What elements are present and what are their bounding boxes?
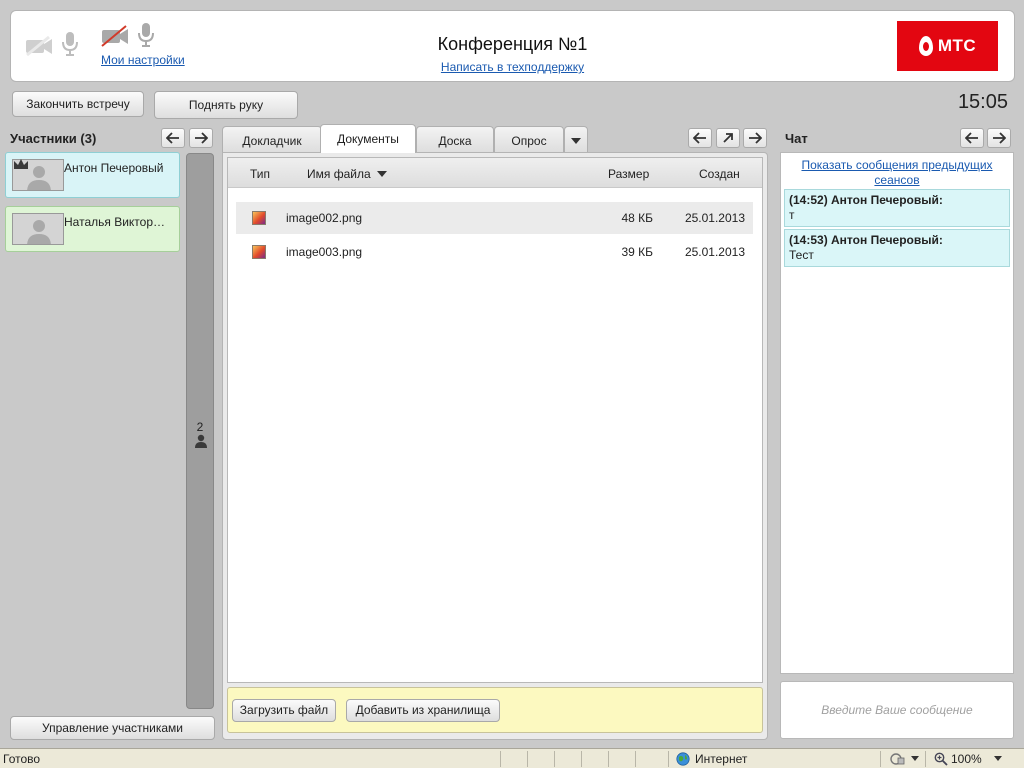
mts-logo: МТС — [897, 21, 998, 71]
status-divider — [500, 751, 501, 767]
file-name: image002.png — [286, 211, 363, 225]
internet-globe-icon — [676, 752, 690, 766]
status-divider — [668, 751, 669, 767]
crown-icon — [13, 158, 29, 173]
participants-count: 2 — [196, 420, 204, 434]
chat-messages-area: Показать сообщения предыдущих сеансов (1… — [780, 152, 1014, 674]
participants-collapse-left-button[interactable] — [161, 128, 185, 148]
tab-documents[interactable]: Документы — [320, 124, 416, 153]
raise-hand-button[interactable]: Поднять руку — [154, 91, 298, 119]
chat-collapse-left-button[interactable] — [960, 128, 984, 148]
status-divider — [608, 751, 609, 767]
tab-poll[interactable]: Опрос — [494, 126, 564, 154]
documents-collapse-left-button[interactable] — [688, 128, 712, 148]
arrow-left-icon — [166, 132, 179, 144]
support-link[interactable]: Написать в техподдержку — [441, 60, 584, 74]
status-divider — [527, 751, 528, 767]
column-filename-label: Имя файла — [307, 167, 371, 181]
column-created[interactable]: Создан — [699, 167, 740, 181]
chevron-down-icon[interactable] — [994, 756, 1002, 762]
arrow-left-icon — [693, 132, 706, 144]
chat-message-text: Тест — [789, 248, 814, 262]
sort-desc-icon — [376, 171, 387, 178]
documents-footer: Загрузить файл Добавить из хранилища — [227, 687, 763, 733]
add-from-storage-button[interactable]: Добавить из хранилища — [346, 699, 500, 722]
participants-title: Участники (3) — [10, 131, 97, 146]
arrow-right-icon — [993, 132, 1006, 144]
participant-card[interactable]: Антон Печеровый — [5, 152, 180, 198]
status-divider — [554, 751, 555, 767]
chat-message-input[interactable] — [781, 682, 1013, 738]
documents-popout-button[interactable] — [716, 128, 740, 148]
documents-expand-right-button[interactable] — [743, 128, 767, 148]
column-size[interactable]: Размер — [608, 167, 649, 181]
status-divider — [581, 751, 582, 767]
mts-egg-icon — [918, 36, 933, 56]
chat-title: Чат — [785, 131, 808, 146]
manage-participants-button[interactable]: Управление участниками — [10, 716, 215, 740]
column-type[interactable]: Тип — [250, 167, 270, 181]
zoom-level[interactable]: 100% — [951, 752, 982, 766]
chat-message-header: (14:53) Антон Печеровый: — [789, 233, 943, 247]
chevron-down-icon — [571, 137, 581, 144]
arrow-right-icon — [749, 132, 762, 144]
participant-name: Наталья Виктор… — [64, 215, 165, 229]
chat-message: (14:53) Антон Печеровый: Тест — [784, 229, 1010, 267]
status-divider — [880, 751, 881, 767]
documents-table: Тип Имя файла Размер Создан image002.png… — [227, 157, 763, 683]
arrow-up-right-icon — [723, 133, 733, 143]
person-icon — [195, 434, 207, 448]
header-bar: Мои настройки Конференция №1 Написать в … — [10, 10, 1015, 82]
file-size: 48 КБ — [621, 211, 653, 225]
status-divider — [635, 751, 636, 767]
participant-name: Антон Печеровый — [64, 161, 164, 175]
zoom-icon[interactable] — [934, 752, 948, 766]
image-file-icon — [252, 245, 266, 259]
participants-side-strip[interactable]: 2 — [186, 153, 214, 709]
person-silhouette-icon — [13, 214, 63, 244]
file-created: 25.01.2013 — [684, 211, 745, 225]
show-previous-messages-link[interactable]: Показать сообщения предыдущих сеансов — [781, 158, 1013, 188]
file-row[interactable]: image002.png 48 КБ 25.01.2013 — [236, 202, 753, 234]
upload-file-button[interactable]: Загрузить файл — [232, 699, 336, 722]
chevron-down-icon[interactable] — [911, 756, 919, 762]
internet-zone-label: Интернет — [695, 752, 748, 766]
avatar — [12, 213, 64, 245]
file-name: image003.png — [286, 245, 363, 259]
chat-expand-right-button[interactable] — [987, 128, 1011, 148]
protected-mode-icon[interactable] — [890, 752, 906, 766]
tab-speaker[interactable]: Докладчик — [222, 126, 322, 154]
conference-title: Конференция №1 — [437, 34, 588, 54]
status-divider — [925, 751, 926, 767]
arrow-right-icon — [195, 132, 208, 144]
participant-card[interactable]: Наталья Виктор… — [5, 206, 180, 252]
clock: 15:05 — [957, 91, 1008, 113]
column-filename[interactable]: Имя файла — [307, 167, 387, 181]
participants-expand-right-button[interactable] — [189, 128, 213, 148]
tabs-more-dropdown[interactable] — [564, 126, 588, 154]
end-meeting-button[interactable]: Закончить встречу — [12, 91, 144, 117]
chat-input-box — [780, 681, 1014, 739]
arrow-left-icon — [965, 132, 978, 144]
chat-message: (14:52) Антон Печеровый: т — [784, 189, 1010, 227]
file-created: 25.01.2013 — [684, 245, 745, 259]
tab-whiteboard[interactable]: Доска — [416, 126, 494, 154]
browser-status-bar: Готово Интернет 100% — [0, 748, 1024, 768]
file-size: 39 КБ — [621, 245, 653, 259]
chat-message-header: (14:52) Антон Печеровый: — [789, 193, 943, 207]
file-row[interactable]: image003.png 39 КБ 25.01.2013 — [236, 236, 753, 268]
mts-logo-text: МТС — [937, 36, 977, 55]
status-text: Готово — [3, 752, 41, 766]
documents-table-header: Тип Имя файла Размер Создан — [228, 158, 762, 188]
chat-message-text: т — [789, 208, 795, 222]
image-file-icon — [252, 211, 266, 225]
